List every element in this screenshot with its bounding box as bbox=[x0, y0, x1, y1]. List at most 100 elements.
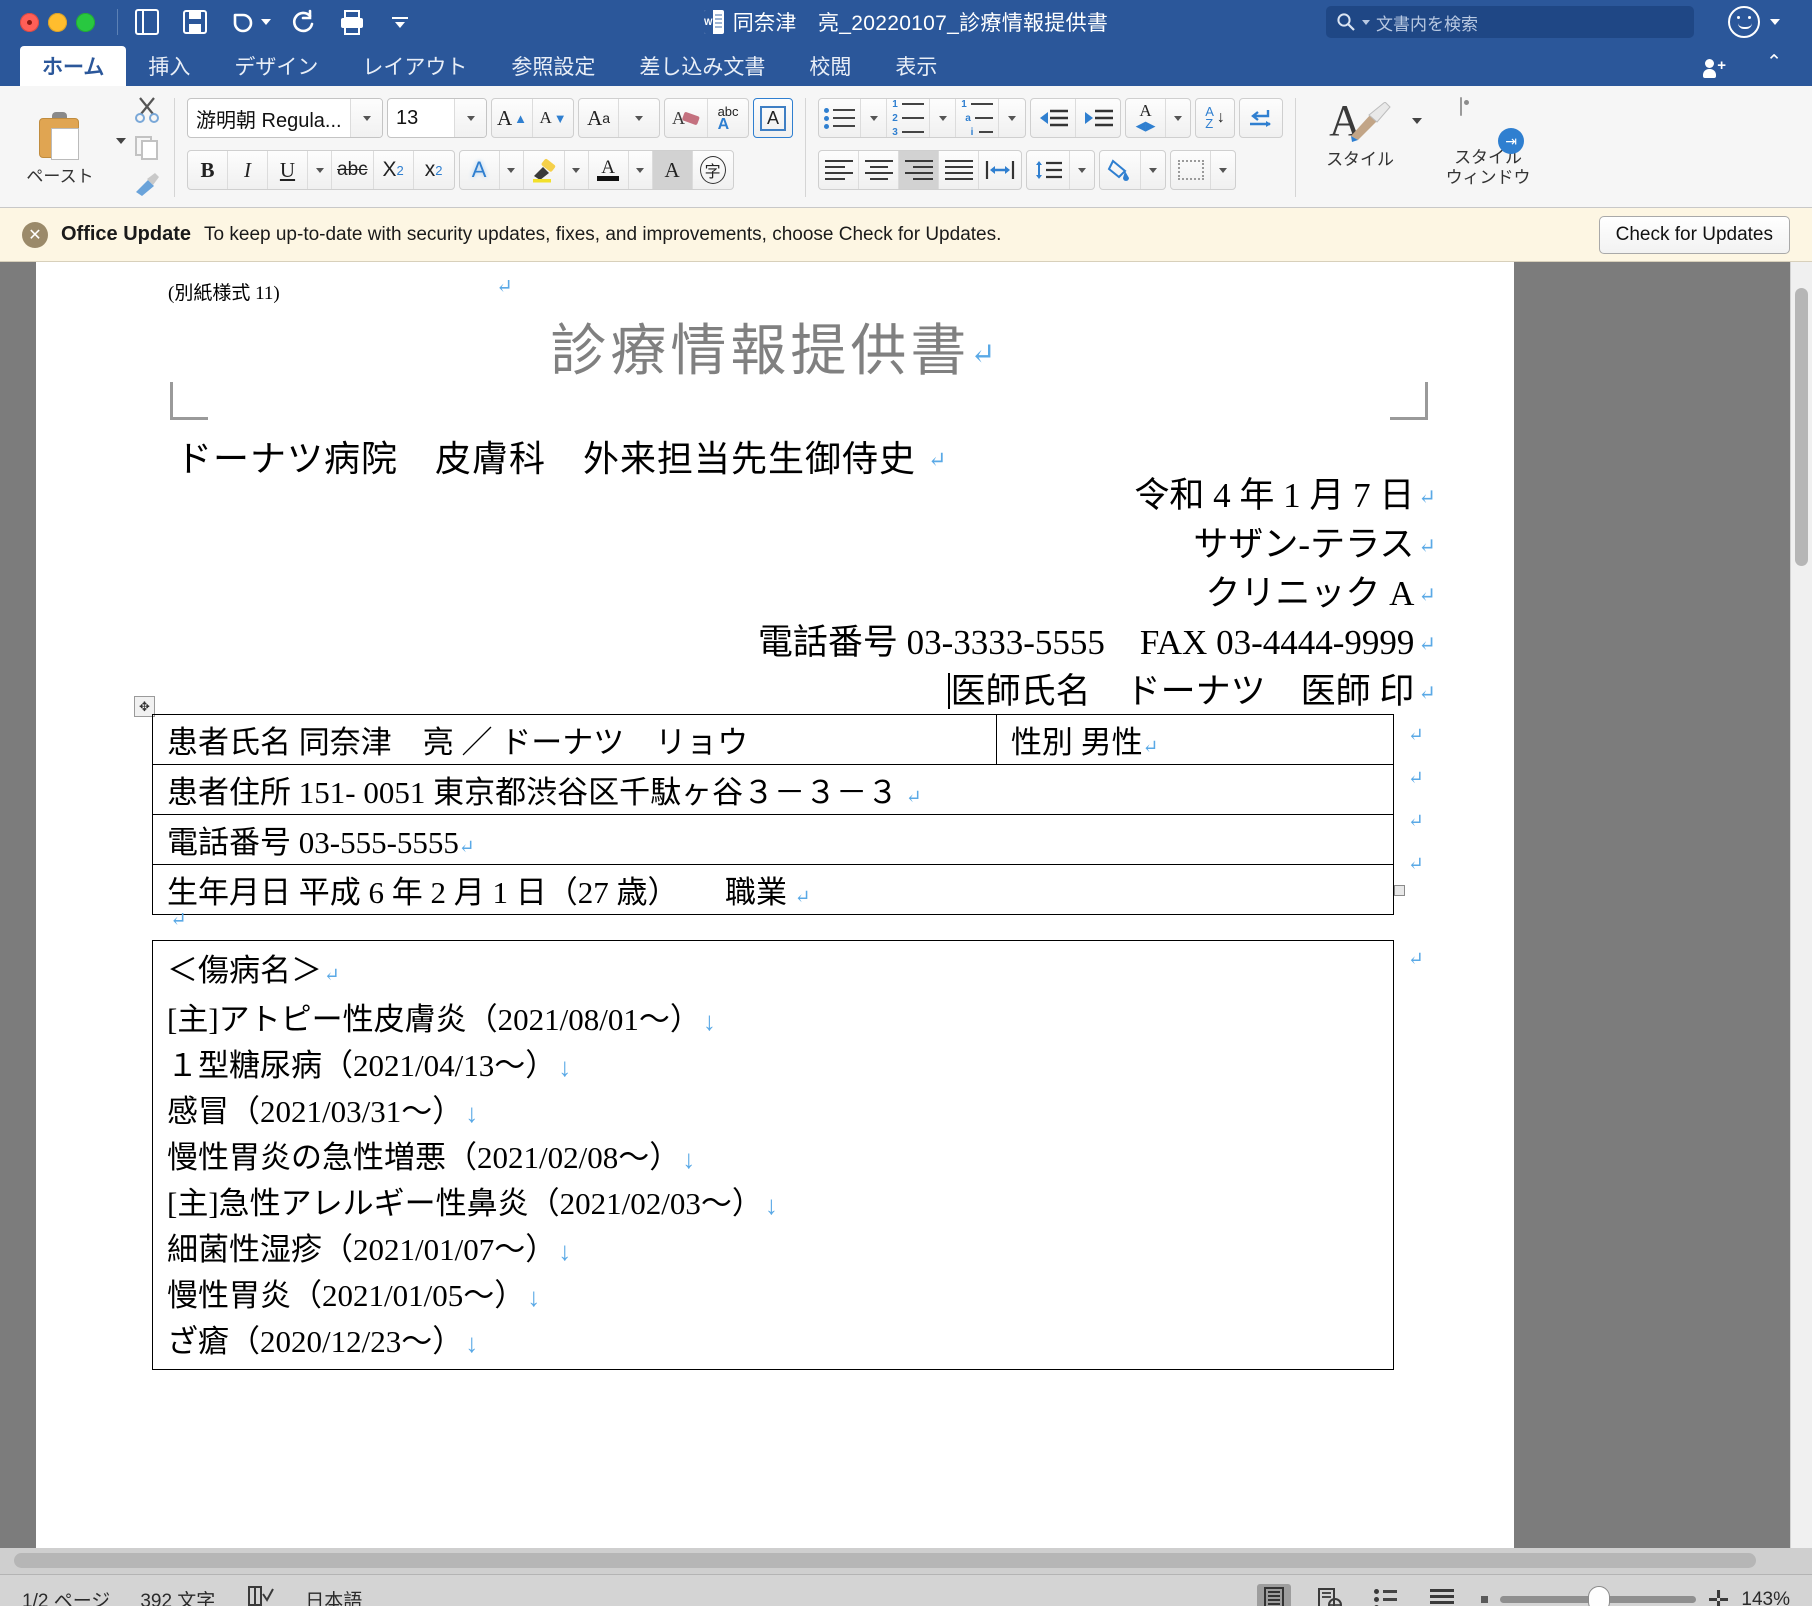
collapse-ribbon-icon[interactable]: ⌃ bbox=[1766, 51, 1782, 74]
superscript-button[interactable]: x2 bbox=[414, 151, 454, 189]
subscript-button[interactable]: X2 bbox=[374, 151, 414, 189]
paste-dropdown-icon[interactable] bbox=[116, 137, 126, 144]
change-case-button[interactable]: Aa bbox=[579, 99, 620, 137]
numbered-list-dropdown-icon[interactable] bbox=[930, 99, 957, 137]
word-count[interactable]: 392 文字 bbox=[140, 1586, 215, 1606]
strikethrough-button[interactable]: abc bbox=[332, 151, 374, 189]
character-shading-button[interactable]: A bbox=[652, 151, 693, 189]
spelling-check-icon[interactable]: abc A bbox=[708, 99, 748, 137]
document-view-icon[interactable] bbox=[132, 7, 162, 37]
align-center-button[interactable] bbox=[859, 151, 900, 189]
zoom-level[interactable]: 143% bbox=[1741, 1589, 1790, 1606]
sort-button[interactable]: A Z ↓ bbox=[1195, 98, 1236, 138]
shading-dropdown-icon[interactable] bbox=[1141, 151, 1165, 189]
tab-layout[interactable]: レイアウト bbox=[340, 46, 489, 86]
zoom-slider-handle[interactable] bbox=[1587, 1586, 1610, 1606]
change-case-dropdown-icon[interactable] bbox=[619, 99, 659, 137]
diagnosis-box[interactable]: ＜傷病名＞ ↵ [主]アトピー性皮膚炎（2021/08/01～）↓ １型糖尿病（2… bbox=[152, 940, 1394, 1370]
search-input[interactable]: 文書内を検索 bbox=[1326, 6, 1694, 38]
text-effects-icon[interactable]: A bbox=[460, 151, 500, 189]
copy-icon[interactable] bbox=[132, 135, 162, 166]
page-count[interactable]: 1/2 ページ bbox=[22, 1586, 110, 1606]
numbered-list-button[interactable]: 123 bbox=[887, 99, 931, 137]
text-effects-dropdown-icon[interactable] bbox=[500, 151, 524, 189]
table-row[interactable]: 電話番号 03-555-5555↵ bbox=[152, 814, 1394, 865]
close-notification-icon[interactable]: ✕ bbox=[22, 221, 48, 248]
font-color-dropdown-icon[interactable] bbox=[629, 151, 653, 189]
patient-phone-cell[interactable]: 電話番号 03-555-5555↵ bbox=[152, 814, 1394, 865]
font-name-dropdown-icon[interactable] bbox=[350, 99, 382, 137]
proofing-icon[interactable] bbox=[245, 1584, 275, 1606]
vertical-scrollbar-thumb[interactable] bbox=[1795, 288, 1808, 566]
bullet-list-button[interactable] bbox=[819, 99, 862, 137]
grow-font-button[interactable]: A ▲ bbox=[492, 99, 534, 137]
align-left-button[interactable] bbox=[819, 151, 860, 189]
shading-button[interactable] bbox=[1100, 151, 1142, 189]
font-color-icon[interactable]: A bbox=[589, 151, 629, 189]
print-layout-view-button[interactable] bbox=[1256, 1583, 1291, 1606]
paste-button[interactable]: ペースト bbox=[8, 112, 112, 187]
underline-button[interactable]: U bbox=[268, 151, 308, 189]
bold-button[interactable]: B bbox=[188, 151, 228, 189]
italic-button[interactable]: I bbox=[228, 151, 268, 189]
highlight-dropdown-icon[interactable] bbox=[565, 151, 589, 189]
styles-dropdown-icon[interactable] bbox=[1412, 118, 1423, 124]
check-for-updates-button[interactable]: Check for Updates bbox=[1598, 215, 1790, 254]
zoom-in-icon[interactable]: ✛ bbox=[1708, 1587, 1730, 1606]
format-painter-icon[interactable] bbox=[132, 172, 162, 203]
window-controls[interactable] bbox=[0, 12, 95, 32]
tab-references[interactable]: 参照設定 bbox=[489, 46, 617, 86]
patient-gender-cell[interactable]: 性別 男性↵ bbox=[995, 714, 1395, 765]
horizontal-scrollbar[interactable] bbox=[0, 1548, 1812, 1574]
zoom-slider[interactable] bbox=[1499, 1586, 1696, 1606]
multilevel-list-dropdown-icon[interactable] bbox=[999, 99, 1025, 137]
horizontal-scrollbar-thumb[interactable] bbox=[14, 1553, 1756, 1568]
styles-button[interactable]: A スタイル bbox=[1308, 96, 1412, 170]
share-button[interactable]: + bbox=[1703, 58, 1734, 79]
feedback-dropdown-icon[interactable] bbox=[1770, 19, 1780, 25]
zoom-control[interactable]: ✛ 143% bbox=[1480, 1586, 1790, 1606]
vertical-scrollbar[interactable] bbox=[1790, 262, 1812, 1548]
tab-insert[interactable]: 挿入 bbox=[126, 46, 212, 86]
draft-view-button[interactable] bbox=[1425, 1584, 1459, 1606]
bullet-list-dropdown-icon[interactable] bbox=[861, 99, 888, 137]
print-icon[interactable] bbox=[337, 7, 367, 37]
undo-dropdown-icon[interactable] bbox=[261, 19, 271, 25]
table-row[interactable]: 患者住所 151- 0051 東京都渋谷区千駄ヶ谷３－３－３ ↵ bbox=[152, 764, 1394, 815]
customize-qat-icon[interactable] bbox=[385, 7, 415, 37]
distribute-button[interactable] bbox=[979, 151, 1021, 189]
styles-window-button[interactable]: ⇥ スタイル ウィンドウ bbox=[1436, 96, 1540, 187]
zoom-out-icon[interactable] bbox=[1480, 1596, 1488, 1603]
character-border-button[interactable]: 字 bbox=[693, 151, 733, 189]
feedback-smiley-icon[interactable] bbox=[1728, 6, 1760, 38]
outline-view-button[interactable] bbox=[1369, 1584, 1403, 1606]
line-spacing-dropdown-icon[interactable] bbox=[1070, 151, 1094, 189]
borders-dropdown-icon[interactable] bbox=[1211, 151, 1235, 189]
clear-formatting-icon[interactable]: A bbox=[665, 99, 709, 137]
show-formatting-marks-button[interactable] bbox=[1239, 98, 1284, 138]
maximize-window-button[interactable] bbox=[76, 12, 95, 32]
search-dropdown-icon[interactable] bbox=[1362, 19, 1370, 25]
font-size-selector[interactable]: 13 bbox=[387, 98, 487, 138]
save-icon[interactable] bbox=[180, 7, 210, 37]
borders-button[interactable] bbox=[1171, 151, 1212, 189]
tab-design[interactable]: デザイン bbox=[212, 46, 340, 86]
multilevel-list-button[interactable]: 1ai bbox=[956, 99, 1000, 137]
text-box-frame-icon[interactable]: A bbox=[753, 98, 794, 138]
align-right-button[interactable] bbox=[899, 151, 940, 189]
patient-name-cell[interactable]: 患者氏名 同奈津 亮 ／ ドーナツ リョウ bbox=[152, 714, 997, 765]
patient-info-table[interactable]: 患者氏名 同奈津 亮 ／ ドーナツ リョウ 性別 男性↵ 患者住所 151- 0… bbox=[152, 714, 1395, 915]
table-resize-handle[interactable] bbox=[1394, 885, 1405, 896]
undo-group[interactable] bbox=[228, 7, 271, 37]
document-page[interactable]: (別紙様式 11) ↵ 診療情報提供書↵ ドーナツ病院 皮膚科 外来担当先生御侍… bbox=[36, 262, 1514, 1548]
patient-birthdate-cell[interactable]: 生年月日 平成 6 年 2 月 1 日（27 歳） 職業 ↵ bbox=[152, 864, 1394, 915]
cut-icon[interactable] bbox=[132, 96, 162, 129]
tab-mailings[interactable]: 差し込み文書 bbox=[617, 46, 787, 86]
web-layout-view-button[interactable] bbox=[1313, 1584, 1347, 1606]
underline-dropdown-icon[interactable] bbox=[308, 151, 332, 189]
tab-review[interactable]: 校閲 bbox=[787, 46, 873, 86]
close-window-button[interactable] bbox=[20, 12, 39, 32]
phonetic-dropdown-icon[interactable] bbox=[1166, 99, 1190, 137]
line-spacing-button[interactable] bbox=[1027, 151, 1071, 189]
table-row[interactable]: 生年月日 平成 6 年 2 月 1 日（27 歳） 職業 ↵ bbox=[152, 864, 1394, 915]
